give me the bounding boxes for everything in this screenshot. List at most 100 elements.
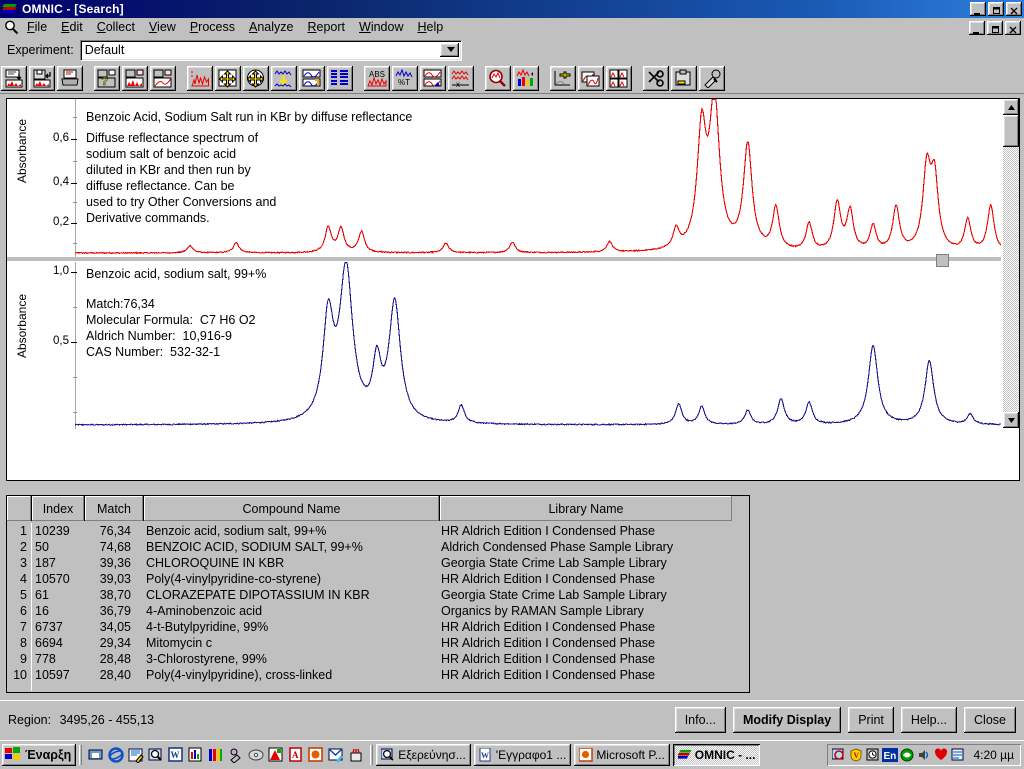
column-header-rownum[interactable] [7,496,32,521]
search-results-list[interactable]: Index Match Compound Name Library Name 1… [6,495,750,693]
table-row[interactable]: 7 6737 34,05 4-t-Butylpyridine, 99% HR Aldri… [7,619,749,635]
antivirus-icon[interactable] [933,747,949,763]
norton-shield-icon[interactable]: V [848,747,864,763]
collect-spectrum-icon[interactable] [150,65,176,91]
find-search-icon[interactable] [147,746,165,764]
acrobat-icon[interactable]: A [287,746,305,764]
stack-icon[interactable] [327,65,353,91]
word-icon[interactable]: W [167,746,185,764]
help-button[interactable]: Help... [900,707,958,733]
outlook-express-icon[interactable] [127,746,145,764]
volume-icon[interactable] [916,747,932,763]
overlay-icon[interactable] [578,65,604,91]
scroll-up-arrow-icon[interactable] [1003,99,1019,115]
paste-icon[interactable] [671,65,697,91]
tile-windows-icon[interactable] [606,65,632,91]
media-icon[interactable] [267,746,285,764]
menu-process[interactable]: Process [183,19,242,36]
menu-window[interactable]: Window [352,19,410,36]
cut-icon[interactable] [643,65,669,91]
table-row[interactable]: 1 10239 76,34 Benzoic acid, sodium salt, 99… [7,523,749,539]
library-manager-icon[interactable] [513,65,539,91]
minimize-button[interactable] [970,2,986,16]
column-header-library-name[interactable]: Library Name [440,496,732,521]
menu-collect[interactable]: Collect [90,19,142,36]
table-row[interactable]: 9 778 28,48 3-Chlorostyrene, 99% HR Aldrich … [7,651,749,667]
modify-display-button[interactable]: Modify Display [732,707,842,733]
taskbar-button[interactable]: Microsoft P... [574,744,670,766]
scrollbar-track[interactable] [1003,115,1019,412]
menu-analyze[interactable]: Analyze [242,19,300,36]
internet-explorer-icon[interactable] [107,746,125,764]
cd-burner-icon[interactable] [247,746,265,764]
table-row[interactable]: 3 187 39,36 CHLOROQUINE IN KBR Georgia State… [7,555,749,571]
raw-spectrum-icon[interactable] [187,65,213,91]
open-file-icon[interactable] [1,65,27,91]
menu-file[interactable]: FFileile [20,19,54,36]
transmittance-icon[interactable]: %T [392,65,418,91]
table-row[interactable]: 10 10597 28,40 Poly(4-vinylpyridine), cross… [7,667,749,683]
close-button[interactable]: Close [964,707,1016,733]
chart-icon[interactable] [187,746,205,764]
magnifier-tray-icon[interactable] [831,747,847,763]
spectrum-vertical-scrollbar[interactable] [1003,99,1019,428]
cell-match: 76,34 [99,524,131,538]
taskbar-button[interactable]: Εξερεύνησ... [376,744,471,766]
table-row[interactable]: 6 16 36,79 4-Aminobenzoic acid Organics by R… [7,603,749,619]
mail-icon[interactable] [327,746,345,764]
language-En-icon[interactable]: En [882,747,899,763]
mdi-restore-button[interactable] [987,20,1003,35]
clock-tray-icon[interactable] [865,747,881,763]
mdi-minimize-button[interactable] [969,20,985,35]
close-window-button[interactable] [1006,2,1022,16]
save-file-icon[interactable] [29,65,55,91]
search-library-icon[interactable] [485,65,511,91]
toolbar-grip[interactable] [79,745,82,765]
table-row[interactable]: 5 61 38,70 CLORAZEPATE DIPOTASSIUM IN KBR Ge… [7,587,749,603]
task-scheduler-icon[interactable] [950,747,966,763]
baseline-icon[interactable] [271,65,297,91]
chevron-down-icon[interactable] [439,42,459,57]
encyclopedia-icon[interactable] [207,746,225,764]
menu-help[interactable]: Help [410,19,450,36]
scrollbar-thumb[interactable] [1003,115,1019,147]
table-row[interactable]: 2 50 74,68 BENZOIC ACID, SODIUM SALT, 99+% A… [7,539,749,555]
add-trace-icon[interactable] [550,65,576,91]
start-button[interactable]: Έναρξη [2,744,77,766]
peak-pick-icon[interactable] [420,65,446,91]
restore-button[interactable] [988,2,1004,16]
results-rows-container[interactable]: 1 10239 76,34 Benzoic acid, sodium salt, 99… [7,523,749,691]
network-icon[interactable] [899,747,915,763]
autoscale-icon[interactable] [243,65,269,91]
menu-report[interactable]: Report [300,19,352,36]
powerpoint-icon[interactable] [307,746,325,764]
table-row[interactable]: 4 10570 39,03 Poly(4-vinylpyridine-co-styre… [7,571,749,587]
collect-background-icon[interactable] [122,65,148,91]
taskbar-button[interactable]: W 'Εγγραφο1 ... [473,744,572,766]
taskbar-button[interactable]: OMNIC - ... [673,744,761,766]
collect-sample-icon[interactable]: ? [94,65,120,91]
absorbance-icon[interactable]: ABS [364,65,390,91]
menu-view[interactable]: View [142,19,183,36]
column-header-compound-name[interactable]: Compound Name [144,496,440,521]
eyedropper-icon[interactable] [699,65,725,91]
column-header-match[interactable]: Match [85,496,144,521]
toolbox-icon[interactable] [347,746,365,764]
table-row[interactable]: 8 6694 29,34 Mitomycin c HR Aldrich Edition … [7,635,749,651]
print-icon[interactable] [57,65,83,91]
show-desktop-icon[interactable] [87,746,105,764]
paint-icon[interactable] [227,746,245,764]
taskbar-clock[interactable]: 4:20 µµ [967,748,1017,762]
info-button[interactable]: Info... [674,707,726,733]
scroll-down-arrow-icon[interactable] [1003,412,1019,428]
toolbar-grip[interactable] [370,745,373,765]
mdi-close-button[interactable] [1005,20,1021,35]
spectrum-window[interactable]: 0,6 0,4 0,2 Absorbance Benzoic Acid, Sod… [7,99,1001,429]
zoom-region-icon[interactable] [299,65,325,91]
autoscale-full-icon[interactable] [215,65,241,91]
menu-edit[interactable]: Edit [54,19,90,36]
experiment-combo[interactable]: Default [79,39,462,61]
subtract-icon[interactable]: x- [448,65,474,91]
print-button[interactable]: Print [848,707,894,733]
column-header-index[interactable]: Index [32,496,85,521]
